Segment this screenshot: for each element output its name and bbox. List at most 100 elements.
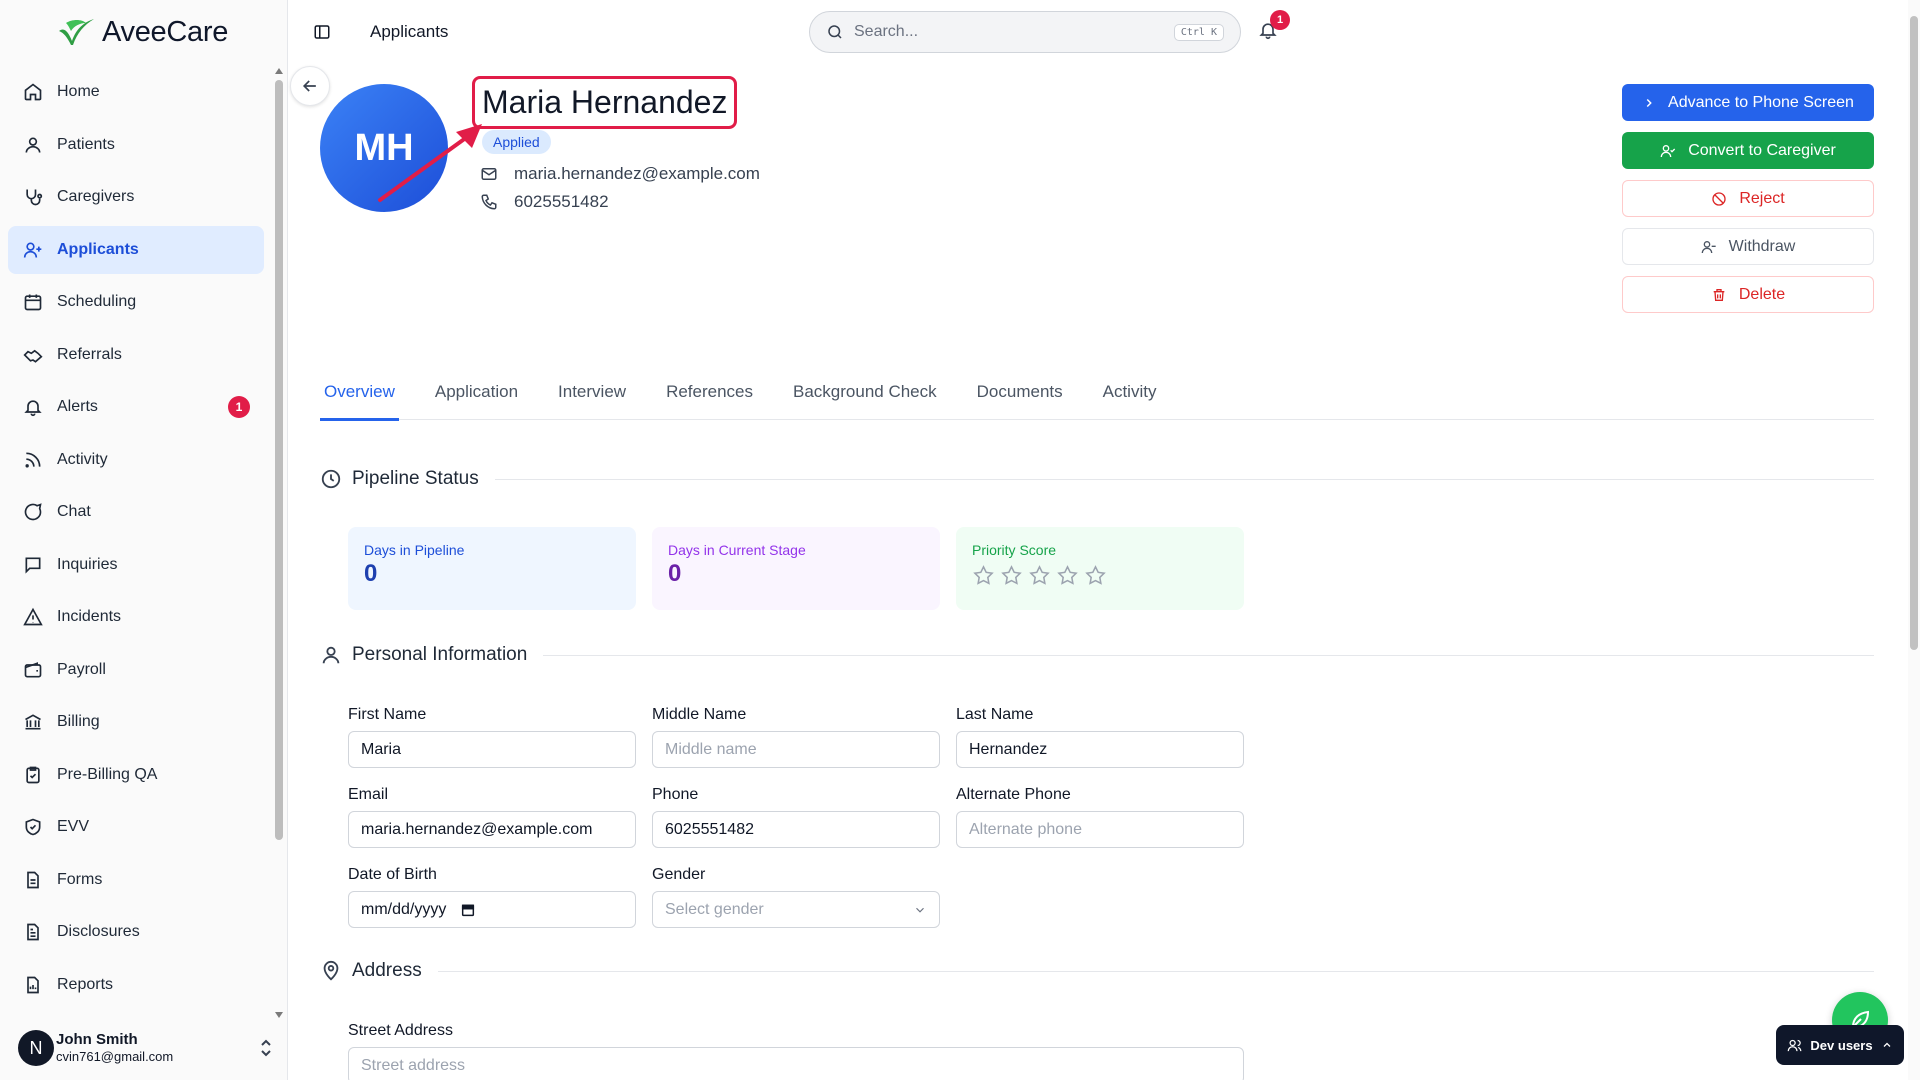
advance-to-phone-screen-button[interactable]: Advance to Phone Screen: [1622, 84, 1874, 121]
street-address-label: Street Address: [348, 1022, 453, 1039]
applicant-phone-row: 6025551482: [480, 192, 609, 212]
handshake-icon: [22, 344, 44, 366]
search-input[interactable]: Search... Ctrl K: [809, 11, 1241, 53]
user-name: John Smith: [56, 1031, 138, 1048]
sidebar-toggle-button[interactable]: [310, 20, 334, 44]
withdraw-button[interactable]: Withdraw: [1622, 228, 1874, 265]
sidebar-item-label: Forms: [57, 870, 103, 888]
applicant-email-row: maria.hernandez@example.com: [480, 164, 760, 184]
sidebar-item-inquiries[interactable]: Inquiries: [8, 541, 264, 589]
page-scrollbar[interactable]: [1908, 0, 1920, 1080]
last-name-field[interactable]: Hernandez: [956, 731, 1244, 768]
search-icon: [826, 23, 844, 41]
sidebar-item-evv[interactable]: EVV: [8, 803, 264, 851]
applicant-email[interactable]: maria.hernandez@example.com: [514, 164, 760, 184]
tab-activity[interactable]: Activity: [1099, 370, 1161, 420]
applicant-actions: Advance to Phone Screen Convert to Careg…: [1622, 84, 1874, 324]
sidebar-item-activity[interactable]: Activity: [8, 436, 264, 484]
stat-value: 0: [668, 560, 682, 587]
tab-interview[interactable]: Interview: [554, 370, 630, 420]
message-square-icon: [22, 554, 44, 576]
page-scroll-thumb[interactable]: [1910, 16, 1918, 650]
middle-name-label: Middle Name: [652, 706, 747, 723]
scroll-down-arrow-icon[interactable]: [275, 1012, 283, 1018]
star-icon[interactable]: [1056, 564, 1079, 587]
sidebar-item-home[interactable]: Home: [8, 68, 264, 116]
dev-users-button[interactable]: Dev users: [1776, 1025, 1904, 1065]
sidebar-item-patients[interactable]: Patients: [8, 121, 264, 169]
convert-to-caregiver-button[interactable]: Convert to Caregiver: [1622, 132, 1874, 169]
stat-label: Priority Score: [972, 542, 1057, 558]
tab-application[interactable]: Application: [431, 370, 522, 420]
gender-label: Gender: [652, 866, 706, 883]
scroll-up-arrow-icon[interactable]: [275, 68, 283, 74]
clipboard-check-icon: [22, 764, 44, 786]
divider: [437, 970, 1874, 972]
sidebar-item-referrals[interactable]: Referrals: [8, 331, 264, 379]
star-icon[interactable]: [1028, 564, 1051, 587]
star-icon[interactable]: [1000, 564, 1023, 587]
section-title: Personal Information: [352, 644, 528, 665]
tab-documents[interactable]: Documents: [973, 370, 1067, 420]
last-name-label: Last Name: [956, 706, 1034, 723]
sidebar-item-applicants[interactable]: Applicants: [8, 225, 264, 274]
star-icon[interactable]: [1084, 564, 1107, 587]
sidebar-item-incidents[interactable]: Incidents: [8, 593, 264, 641]
sidebar-item-pre-billing-qa[interactable]: Pre-Billing QA: [8, 751, 264, 799]
sidebar-scroll-thumb[interactable]: [275, 80, 283, 840]
applicant-phone[interactable]: 6025551482: [514, 192, 609, 212]
phone-icon: [480, 193, 498, 211]
email-field[interactable]: maria.hernandez@example.com: [348, 811, 636, 848]
arrow-left-icon: [300, 76, 320, 96]
gender-placeholder: Select gender: [665, 900, 764, 918]
trash-icon: [1711, 287, 1727, 303]
back-button[interactable]: [290, 66, 330, 106]
clock-icon: [320, 468, 342, 490]
panel-left-icon: [313, 23, 331, 41]
sidebar-item-label: Chat: [57, 503, 91, 520]
top-bar: Applicants Search... Ctrl K 1: [288, 0, 1908, 64]
brand[interactable]: AveeCare: [56, 14, 228, 50]
sidebar-item-caregivers[interactable]: Caregivers: [8, 173, 264, 221]
chevrons-up-down-icon: [258, 1038, 274, 1058]
delete-label: Delete: [1738, 285, 1786, 303]
chat-icon: [22, 501, 44, 523]
gender-select[interactable]: Select gender: [652, 891, 940, 928]
tab-background-check[interactable]: Background Check: [789, 370, 941, 420]
sidebar-scrollbar[interactable]: [272, 68, 286, 1018]
first-name-field[interactable]: Maria: [348, 731, 636, 768]
user-menu[interactable]: N John Smith cvin761@gmail.com: [18, 1024, 274, 1072]
sidebar-item-forms[interactable]: Forms: [8, 856, 264, 904]
chevron-right-icon: [1642, 96, 1656, 110]
phone-field[interactable]: 6025551482: [652, 811, 940, 848]
home-icon: [22, 81, 44, 103]
street-address-field[interactable]: Street address: [348, 1047, 1244, 1080]
star-icon[interactable]: [972, 564, 995, 587]
calendar-picker-icon[interactable]: [460, 902, 476, 918]
mail-icon: [480, 165, 498, 183]
middle-name-field[interactable]: Middle name: [652, 731, 940, 768]
applicant-avatar: MH: [320, 84, 448, 212]
stat-label: Days in Current Stage: [668, 542, 806, 558]
sidebar-item-chat[interactable]: Chat: [8, 488, 264, 536]
alternate-phone-field[interactable]: Alternate phone: [956, 811, 1244, 848]
tab-overview[interactable]: Overview: [320, 370, 399, 421]
sidebar-item-reports[interactable]: Reports: [8, 961, 264, 1009]
sidebar-item-payroll[interactable]: Payroll: [8, 646, 264, 694]
sidebar-item-alerts[interactable]: Alerts 1: [8, 383, 264, 431]
calendar-icon: [22, 291, 44, 313]
sidebar-item-scheduling[interactable]: Scheduling: [8, 278, 264, 326]
sidebar-item-disclosures[interactable]: Disclosures: [8, 908, 264, 956]
user-plus-icon: [22, 239, 44, 261]
delete-button[interactable]: Delete: [1622, 276, 1874, 313]
sidebar-item-label: Payroll: [57, 660, 106, 678]
reject-button[interactable]: Reject: [1622, 180, 1874, 217]
sidebar-item-label: Disclosures: [57, 923, 140, 940]
user-icon: [22, 134, 44, 156]
date-of-birth-field[interactable]: mm/dd/yyyy: [348, 891, 636, 928]
ban-icon: [1711, 191, 1727, 207]
priority-stars[interactable]: [972, 564, 1228, 587]
sidebar-item-billing[interactable]: Billing: [8, 698, 264, 746]
tab-references[interactable]: References: [662, 370, 757, 420]
sidebar-item-label: Pre-Billing QA: [57, 765, 158, 783]
